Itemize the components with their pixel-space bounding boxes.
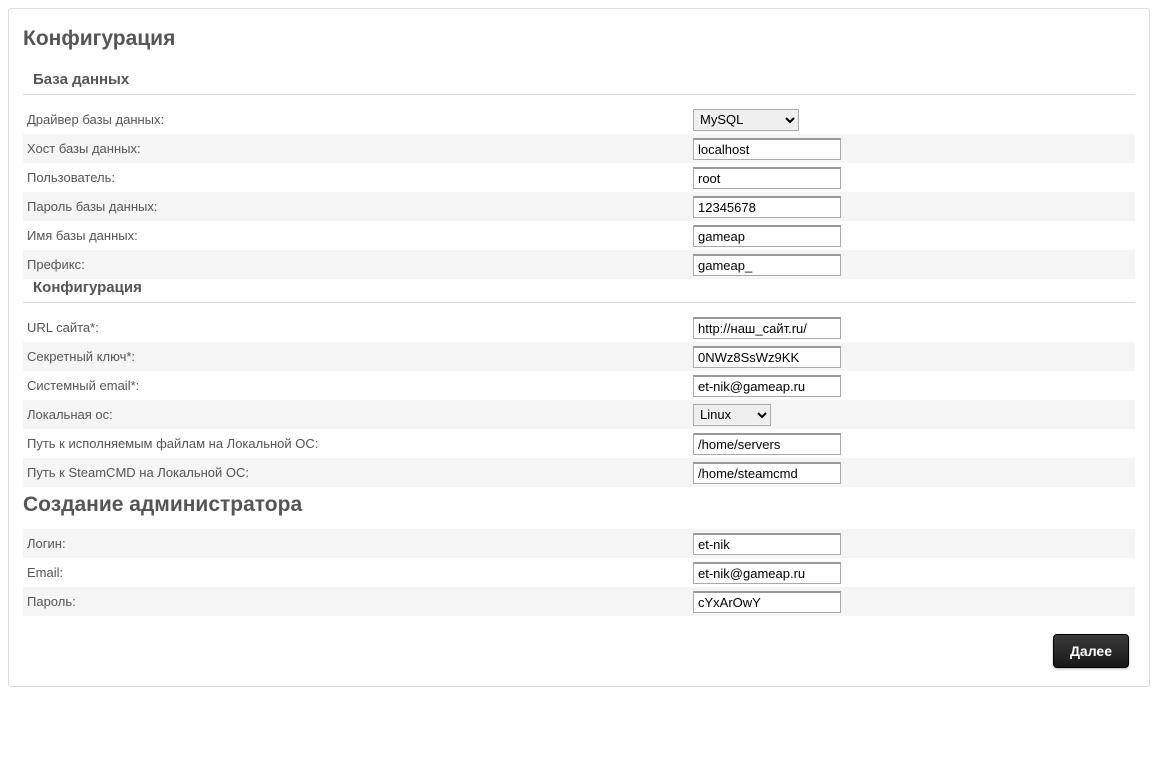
db-driver-select[interactable]: MySQL xyxy=(693,109,799,131)
database-fieldset: База данных Драйвер базы данных: MySQL Х… xyxy=(23,71,1135,279)
db-host-input[interactable] xyxy=(693,138,841,160)
admin-login-input[interactable] xyxy=(693,533,841,555)
admin-email-row: Email: xyxy=(23,558,1135,587)
system-email-label: Системный email*: xyxy=(23,378,693,393)
exec-path-row: Путь к исполняемым файлам на Локальной О… xyxy=(23,429,1135,458)
admin-password-input[interactable] xyxy=(693,591,841,613)
secret-key-input[interactable] xyxy=(693,346,841,368)
config-fieldset: Конфигурация URL сайта*: Секретный ключ*… xyxy=(23,279,1135,487)
admin-password-label: Пароль: xyxy=(23,594,693,609)
admin-login-row: Логин: xyxy=(23,529,1135,558)
admin-title: Создание администратора xyxy=(23,493,1135,517)
db-prefix-row: Префикс: xyxy=(23,250,1135,279)
admin-email-input[interactable] xyxy=(693,562,841,584)
steamcmd-path-label: Путь к SteamCMD на Локальной ОС: xyxy=(23,465,693,480)
admin-password-row: Пароль: xyxy=(23,587,1135,616)
db-password-label: Пароль базы данных: xyxy=(23,199,693,214)
exec-path-label: Путь к исполняемым файлам на Локальной О… xyxy=(23,436,693,451)
config-panel: Конфигурация База данных Драйвер базы да… xyxy=(8,8,1150,687)
local-os-select[interactable]: Linux xyxy=(693,404,771,426)
next-button[interactable]: Далее xyxy=(1053,634,1129,668)
db-prefix-input[interactable] xyxy=(693,254,841,276)
local-os-label: Локальная ос: xyxy=(23,407,693,422)
db-password-input[interactable] xyxy=(693,196,841,218)
db-host-row: Хост базы данных: xyxy=(23,134,1135,163)
db-prefix-label: Префикс: xyxy=(23,257,693,272)
system-email-row: Системный email*: xyxy=(23,371,1135,400)
db-name-row: Имя базы данных: xyxy=(23,221,1135,250)
database-legend: База данных xyxy=(23,71,1135,95)
config-legend: Конфигурация xyxy=(23,279,1135,303)
steamcmd-path-row: Путь к SteamCMD на Локальной ОС: xyxy=(23,458,1135,487)
steamcmd-path-input[interactable] xyxy=(693,462,841,484)
site-url-input[interactable] xyxy=(693,317,841,339)
db-password-row: Пароль базы данных: xyxy=(23,192,1135,221)
admin-email-label: Email: xyxy=(23,565,693,580)
db-user-label: Пользователь: xyxy=(23,170,693,185)
secret-key-row: Секретный ключ*: xyxy=(23,342,1135,371)
db-driver-row: Драйвер базы данных: MySQL xyxy=(23,105,1135,134)
db-user-row: Пользователь: xyxy=(23,163,1135,192)
db-user-input[interactable] xyxy=(693,167,841,189)
site-url-row: URL сайта*: xyxy=(23,313,1135,342)
db-host-label: Хост базы данных: xyxy=(23,141,693,156)
db-driver-label: Драйвер базы данных: xyxy=(23,112,693,127)
exec-path-input[interactable] xyxy=(693,433,841,455)
system-email-input[interactable] xyxy=(693,375,841,397)
local-os-row: Локальная ос: Linux xyxy=(23,400,1135,429)
db-name-input[interactable] xyxy=(693,225,841,247)
admin-login-label: Логин: xyxy=(23,536,693,551)
site-url-label: URL сайта*: xyxy=(23,320,693,335)
secret-key-label: Секретный ключ*: xyxy=(23,349,693,364)
db-name-label: Имя базы данных: xyxy=(23,228,693,243)
page-title: Конфигурация xyxy=(23,27,1135,51)
actions-bar: Далее xyxy=(23,634,1135,668)
